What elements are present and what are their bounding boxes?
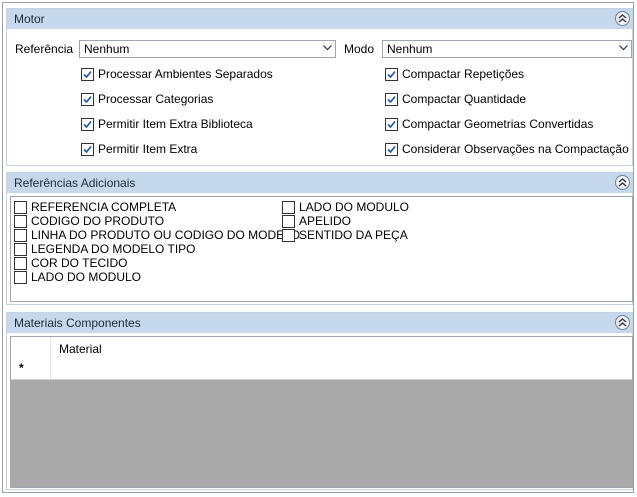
checkbox-compactar-geometrias[interactable] — [385, 118, 398, 131]
checkbox-processar-ambientes[interactable] — [81, 68, 94, 81]
ref-item-checkbox[interactable] — [14, 243, 27, 256]
ref-item-label: COR DO TECIDO — [31, 256, 128, 270]
referencias-panel-title: Referências Adicionais — [14, 176, 136, 190]
checkbox-considerar-observacoes[interactable] — [385, 143, 398, 156]
grid-header-row: Material — [11, 337, 632, 360]
checkmark-icon — [387, 95, 396, 104]
checkmark-icon — [387, 70, 396, 79]
motor-collapse-button[interactable] — [615, 11, 630, 26]
double-chevron-up-icon — [618, 178, 627, 187]
motor-panel-title: Motor — [14, 12, 45, 26]
referencias-checklist[interactable]: REFERENCIA COMPLETA CODIGO DO PRODUTO LI… — [10, 196, 633, 302]
ref-item-label: CODIGO DO PRODUTO — [31, 214, 165, 228]
ref-item-checkbox[interactable] — [282, 215, 295, 228]
new-row-marker: * — [19, 361, 24, 375]
ref-item-label: APELIDO — [299, 214, 352, 228]
ref-item-checkbox[interactable] — [14, 229, 27, 242]
materiais-collapse-button[interactable] — [615, 315, 630, 330]
chevron-down-icon — [619, 45, 628, 51]
checkmark-icon — [83, 70, 92, 79]
referencia-select-value: Nenhum — [84, 42, 130, 56]
modo-select[interactable]: Nenhum — [382, 40, 632, 58]
ref-item-label: LADO DO MODULO — [299, 200, 410, 214]
referencias-panel-header[interactable]: Referências Adicionais — [7, 173, 632, 193]
ref-item-label: LEGENDA DO MODELO TIPO — [31, 242, 196, 256]
referencia-label: Referência — [15, 42, 74, 56]
option-label: Permitir Item Extra — [98, 142, 198, 156]
option-label: Permitir Item Extra Biblioteca — [98, 117, 253, 131]
grid-select-all-cell[interactable] — [11, 337, 51, 359]
checkmark-icon — [83, 95, 92, 104]
checkmark-icon — [83, 120, 92, 129]
chevron-down-icon — [323, 45, 332, 51]
materiais-panel-title: Materiais Componentes — [14, 316, 141, 330]
grid-new-row[interactable]: * — [11, 359, 632, 380]
modo-label: Modo — [344, 42, 375, 56]
checkmark-icon — [83, 145, 92, 154]
ref-item-label: SENTIDO DA PEÇA — [299, 228, 408, 242]
referencia-select[interactable]: Nenhum — [79, 40, 336, 58]
option-label: Processar Categorias — [98, 92, 214, 106]
materiais-panel: Materiais Componentes Material * — [6, 312, 633, 490]
referencias-panel: Referências Adicionais REFERENCIA COMPLE… — [6, 172, 633, 305]
referencias-collapse-button[interactable] — [615, 175, 630, 190]
ref-item-label: REFERENCIA COMPLETA — [31, 200, 177, 214]
ref-item-label: LINHA DO PRODUTO OU CODIGO DO MODELO — [31, 228, 301, 242]
motor-panel-header[interactable]: Motor — [7, 9, 632, 29]
option-label: Processar Ambientes Separados — [98, 67, 273, 81]
materiais-panel-header[interactable]: Materiais Componentes — [7, 313, 632, 333]
materiais-grid[interactable]: Material * — [10, 336, 633, 488]
ref-item-checkbox[interactable] — [282, 201, 295, 214]
ref-item-checkbox[interactable] — [14, 257, 27, 270]
grid-column-material[interactable]: Material — [59, 342, 102, 356]
checkbox-compactar-repeticoes[interactable] — [385, 68, 398, 81]
options-window: Motor Referência Nenhum Modo Nenhum Proc… — [2, 2, 634, 493]
checkmark-icon — [387, 120, 396, 129]
double-chevron-up-icon — [618, 318, 627, 327]
option-label: Compactar Geometrias Convertidas — [402, 117, 594, 131]
checkmark-icon — [387, 145, 396, 154]
grid-new-row-header[interactable]: * — [11, 359, 51, 379]
ref-item-checkbox[interactable] — [14, 271, 27, 284]
ref-item-checkbox[interactable] — [14, 201, 27, 214]
checkbox-permitir-item-extra-biblioteca[interactable] — [81, 118, 94, 131]
checkbox-permitir-item-extra[interactable] — [81, 143, 94, 156]
double-chevron-up-icon — [618, 14, 627, 23]
option-label: Compactar Repetições — [402, 67, 525, 81]
motor-panel: Motor Referência Nenhum Modo Nenhum Proc… — [6, 8, 633, 166]
option-label: Compactar Quantidade — [402, 92, 527, 106]
option-label: Considerar Observações na Compactação — [402, 142, 629, 156]
ref-item-label: LADO DO MODULO — [31, 270, 142, 284]
ref-item-checkbox[interactable] — [14, 215, 27, 228]
checkbox-compactar-quantidade[interactable] — [385, 93, 398, 106]
checkbox-processar-categorias[interactable] — [81, 93, 94, 106]
ref-item-checkbox[interactable] — [282, 229, 295, 242]
modo-select-value: Nenhum — [387, 42, 433, 56]
